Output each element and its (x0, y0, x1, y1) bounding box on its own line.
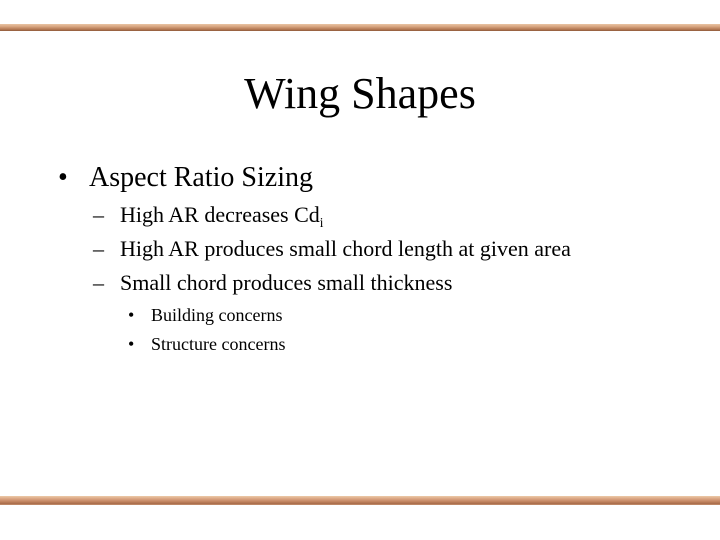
bullet-text: Structure concerns (151, 334, 286, 354)
bullet-level1: • Aspect Ratio Sizing (58, 162, 313, 194)
bullet-level2: – High AR decreases Cdi (93, 201, 323, 229)
dash-icon: – (93, 270, 104, 295)
bullet-icon: • (128, 305, 135, 325)
bullet-level2: – Small chord produces small thickness (93, 269, 452, 297)
subscript: i (319, 215, 324, 230)
bullet-icon: • (58, 162, 68, 193)
bullet-text: High AR decreases Cd (120, 202, 320, 227)
bullet-level3: • Building concerns (128, 303, 282, 327)
bullet-text: Aspect Ratio Sizing (89, 162, 313, 193)
bullet-level3: • Structure concerns (128, 332, 285, 356)
bullet-icon: • (128, 334, 135, 354)
dash-icon: – (93, 236, 104, 261)
dash-icon: – (93, 202, 104, 227)
bullet-text: High AR produces small chord length at g… (120, 236, 571, 261)
bullet-text: Building concerns (151, 305, 283, 325)
bullet-level2: – High AR produces small chord length at … (93, 235, 571, 263)
top-decorative-bar (0, 24, 720, 31)
bullet-text: Small chord produces small thickness (120, 270, 453, 295)
bottom-decorative-bar (0, 496, 720, 505)
slide-title: Wing Shapes (244, 69, 476, 118)
